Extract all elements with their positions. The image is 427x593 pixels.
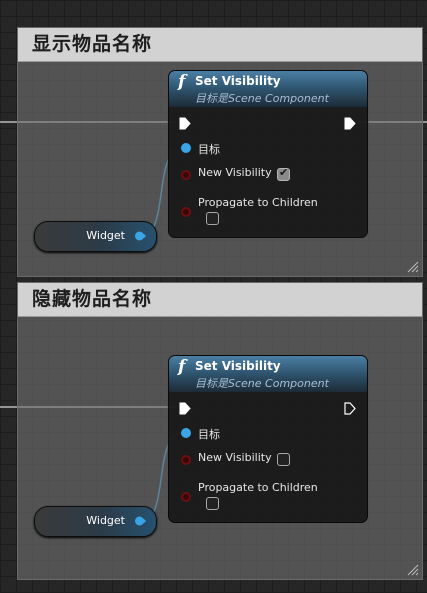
variable-label: Widget (86, 514, 125, 527)
widget-variable-node[interactable]: Widget (34, 221, 157, 252)
set-visibility-node[interactable]: f Set Visibility 目标是Scene Component 目标 N… (168, 355, 368, 523)
target-pin-label: 目标 (198, 428, 220, 441)
exec-in-pin-icon[interactable] (179, 117, 191, 130)
node-title: Set Visibility (195, 74, 281, 88)
new-visibility-pin-icon[interactable] (181, 170, 191, 180)
target-pin-icon[interactable] (181, 143, 191, 153)
node-subtitle: 目标是Scene Component (195, 377, 329, 390)
new-visibility-label: New Visibility (198, 166, 272, 179)
target-pin-label: 目标 (198, 143, 220, 156)
new-visibility-checkbox[interactable]: ✔ (277, 166, 290, 181)
exec-out-pin-icon[interactable] (344, 402, 356, 415)
new-visibility-checkbox[interactable] (277, 453, 290, 466)
set-visibility-node[interactable]: f Set Visibility 目标是Scene Component 目标 N… (168, 70, 368, 238)
node-header[interactable]: f Set Visibility 目标是Scene Component (169, 356, 367, 392)
object-out-pin-icon[interactable] (135, 231, 146, 241)
widget-variable-node[interactable]: Widget (34, 506, 157, 537)
new-visibility-label: New Visibility (198, 451, 272, 464)
resize-grip-icon[interactable] (407, 261, 419, 273)
propagate-checkbox[interactable] (206, 212, 219, 225)
propagate-pin-icon[interactable] (181, 207, 191, 217)
object-out-pin-icon[interactable] (135, 516, 146, 526)
comment-title[interactable]: 隐藏物品名称 (18, 283, 422, 317)
node-title: Set Visibility (195, 359, 281, 373)
comment-title[interactable]: 显示物品名称 (18, 28, 422, 62)
target-pin-icon[interactable] (181, 428, 191, 438)
propagate-pin-icon[interactable] (181, 492, 191, 502)
node-subtitle: 目标是Scene Component (195, 92, 329, 105)
propagate-checkbox[interactable] (206, 497, 219, 510)
node-header[interactable]: f Set Visibility 目标是Scene Component (169, 71, 367, 107)
propagate-label: Propagate to Children (198, 196, 318, 209)
resize-grip-icon[interactable] (407, 564, 419, 576)
new-visibility-pin-icon[interactable] (181, 455, 191, 465)
function-icon: f (178, 72, 186, 92)
variable-label: Widget (86, 229, 125, 242)
propagate-label: Propagate to Children (198, 481, 318, 494)
exec-in-pin-icon[interactable] (179, 402, 191, 415)
checkmark-icon: ✔ (279, 166, 289, 179)
function-icon: f (178, 357, 186, 377)
exec-out-pin-icon[interactable] (344, 117, 356, 130)
